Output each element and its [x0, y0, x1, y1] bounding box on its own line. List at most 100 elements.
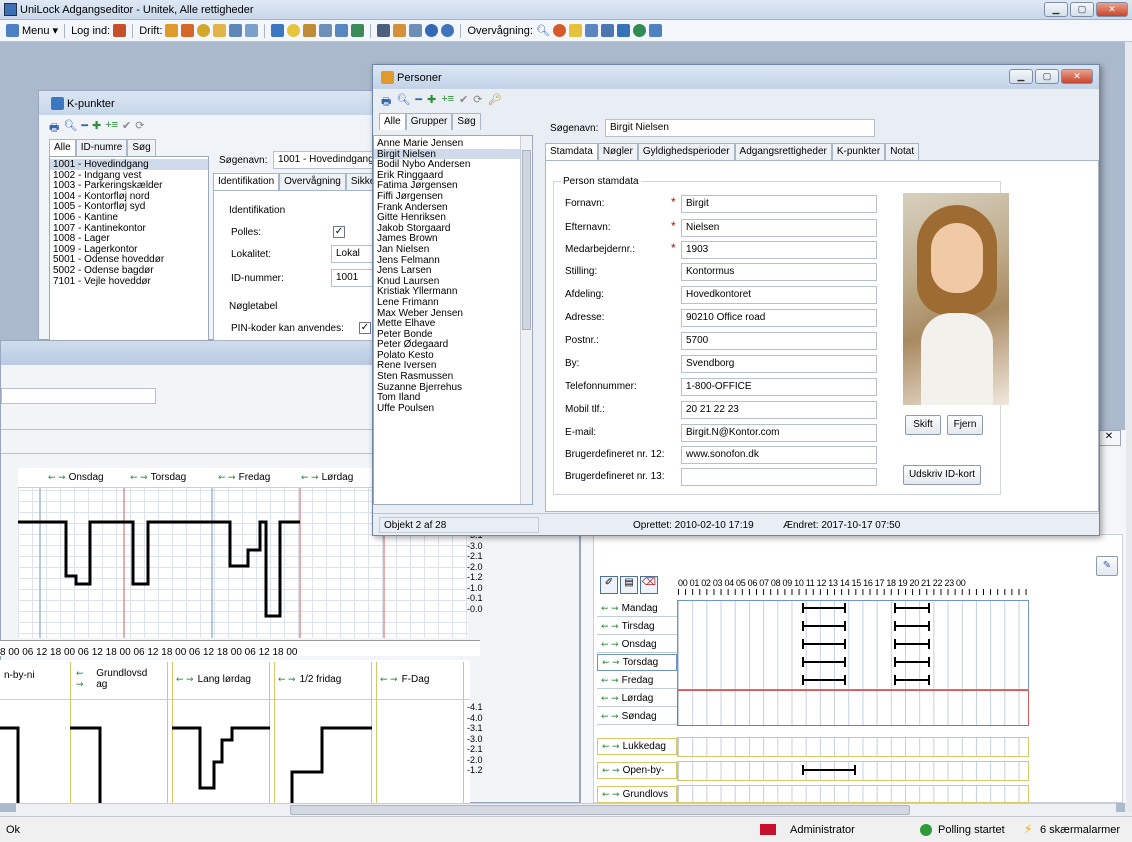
- copy-icon[interactable]: ▤: [620, 576, 638, 594]
- list-item[interactable]: Sten Rasmussen: [374, 371, 532, 382]
- globe-icon[interactable]: [632, 24, 646, 37]
- afdeling-input[interactable]: Hovedkontoret: [681, 286, 877, 304]
- interval-bar[interactable]: [802, 657, 846, 667]
- login-icon[interactable]: [113, 24, 127, 37]
- list-icon[interactable]: [584, 24, 598, 37]
- print-icon[interactable]: 🖶︎: [381, 93, 391, 112]
- export-icon[interactable]: [351, 24, 365, 37]
- udskriv-idkort-button[interactable]: Udskriv ID-kort: [903, 465, 981, 485]
- personer-close-button[interactable]: ✕: [1061, 69, 1093, 84]
- polles-checkbox[interactable]: ✓: [333, 226, 345, 238]
- list-item[interactable]: Jens Felmann: [374, 255, 532, 266]
- list-item[interactable]: Tom Iland: [374, 392, 532, 403]
- list-item[interactable]: Jan Nielsen: [374, 244, 532, 255]
- tab-alle[interactable]: Alle: [379, 113, 406, 130]
- list-item[interactable]: 1002 - Indgang vest: [50, 170, 208, 181]
- calendar-icon[interactable]: [229, 24, 243, 37]
- list-item[interactable]: Knud Laursen: [374, 276, 532, 287]
- tab-identifikation[interactable]: Identifikation: [213, 173, 280, 190]
- add-multiple-icon[interactable]: +≡: [105, 119, 118, 138]
- flag-icon[interactable]: [760, 824, 776, 835]
- event-log-icon[interactable]: [600, 24, 614, 37]
- row-onsdag[interactable]: ⇜ ⇝ Onsdag: [597, 636, 677, 653]
- row-torsdag[interactable]: ⇜ ⇝ Torsdag: [597, 654, 677, 671]
- stilling-input[interactable]: Kontormus: [681, 263, 877, 281]
- list-item[interactable]: Bodil Nybo Andersen: [374, 159, 532, 170]
- list-item[interactable]: Jens Larsen: [374, 265, 532, 276]
- tab-soeg[interactable]: Søg: [452, 113, 481, 130]
- personer-maximize-button[interactable]: ▢: [1035, 69, 1059, 84]
- remove-icon[interactable]: ━: [415, 93, 422, 112]
- interval-bar[interactable]: [802, 765, 856, 775]
- list-item[interactable]: Rene Iversen: [374, 360, 532, 372]
- row-loerdag[interactable]: ⇜ ⇝ Lørdag: [597, 690, 677, 707]
- map-icon[interactable]: [648, 24, 662, 37]
- list-item[interactable]: Kristiak Yllermann: [374, 286, 532, 298]
- list-item[interactable]: Anne Marie Jensen: [374, 138, 532, 149]
- tab-kpunkter[interactable]: K-punkter: [831, 143, 886, 160]
- list-item[interactable]: 1008 - Lager: [50, 233, 208, 244]
- draw-icon[interactable]: ✐: [600, 576, 618, 594]
- tab-idnumre[interactable]: ID-numre: [75, 139, 128, 156]
- row-soendag[interactable]: ⇜ ⇝ Søndag: [597, 708, 677, 725]
- add-icon[interactable]: ✚: [92, 119, 101, 138]
- list-item[interactable]: Frank Andersen: [374, 202, 532, 213]
- tab-overvaagning[interactable]: Overvågning: [279, 173, 346, 190]
- info-icon[interactable]: [425, 24, 439, 37]
- horizontal-scroll-thumb[interactable]: [290, 805, 910, 815]
- interval-bar[interactable]: [894, 639, 930, 649]
- list-item[interactable]: Birgit Nielsen: [374, 148, 532, 159]
- bruger12-input[interactable]: www.sonofon.dk: [681, 446, 877, 464]
- help-icon[interactable]: [441, 24, 455, 37]
- list-item[interactable]: 1001 - Hovedindgang: [50, 159, 208, 170]
- tab-alle[interactable]: Alle: [49, 139, 76, 156]
- list-item[interactable]: 1003 - Parkeringskælder: [50, 180, 208, 191]
- tab-grupper[interactable]: Grupper: [405, 113, 453, 130]
- list-item[interactable]: 5001 - Odense hoveddør: [50, 254, 208, 266]
- bruger13-input[interactable]: [681, 468, 877, 486]
- schedule-search-input[interactable]: [1, 388, 156, 404]
- tab-gyldighedsperioder[interactable]: Gyldighedsperioder: [637, 143, 735, 160]
- personer-minimize-button[interactable]: ▁: [1009, 69, 1033, 84]
- tab-soeg[interactable]: Søg: [127, 139, 156, 156]
- edit-pencil-icon[interactable]: ✎: [1096, 556, 1118, 576]
- kp-search-input[interactable]: 1001 - Hovedindgang: [273, 151, 377, 169]
- list-item[interactable]: Fiffi Jørgensen: [374, 191, 532, 202]
- list-item[interactable]: James Brown: [374, 233, 532, 245]
- refresh-icon[interactable]: ⟳: [473, 93, 482, 112]
- interval-bar[interactable]: [894, 675, 930, 685]
- fjern-button[interactable]: Fjern: [947, 415, 983, 435]
- maximize-button[interactable]: ▢: [1070, 2, 1094, 17]
- interval-bar[interactable]: [802, 639, 846, 649]
- card-icon[interactable]: [319, 24, 333, 37]
- lokalitet-select[interactable]: Lokal: [331, 245, 377, 263]
- remove-icon[interactable]: ━: [81, 119, 88, 138]
- pin-checkbox[interactable]: ✓: [359, 322, 371, 334]
- tab-notat[interactable]: Notat: [885, 143, 920, 160]
- status-alarms[interactable]: 6 skærmalarmer: [1040, 824, 1120, 836]
- row-lukkedag[interactable]: ⇜ ⇝ Lukkedag: [597, 738, 677, 755]
- network-icon[interactable]: [335, 24, 349, 37]
- group-icon[interactable]: [181, 24, 195, 37]
- chevron-down-icon[interactable]: ▾: [53, 24, 59, 37]
- tab-adgangsrettigheder[interactable]: Adgangsrettigheder: [734, 143, 832, 160]
- list-item[interactable]: Suzanne Bjerrehus: [374, 382, 532, 393]
- interval-bar[interactable]: [894, 621, 930, 631]
- row-tirsdag[interactable]: ⇜ ⇝ Tirsdag: [597, 618, 677, 635]
- lightning-icon[interactable]: [568, 24, 582, 37]
- tab-stamdata[interactable]: Stamdata: [545, 143, 598, 160]
- person-list[interactable]: Anne Marie Jensen Birgit Nielsen Bodil N…: [373, 135, 533, 505]
- person-search-input[interactable]: Birgit Nielsen: [605, 119, 875, 137]
- list-item[interactable]: 5002 - Odense bagdør: [50, 265, 208, 276]
- flag-icon[interactable]: [377, 24, 391, 37]
- screen-icon[interactable]: [616, 24, 630, 37]
- interval-bar[interactable]: [802, 675, 846, 685]
- list-item[interactable]: Polato Kesto: [374, 350, 532, 361]
- search-icon[interactable]: 🔍︎: [536, 24, 550, 37]
- search-icon[interactable]: 🔍︎: [63, 119, 77, 138]
- accept-icon[interactable]: ✔: [122, 119, 131, 138]
- alarm-icon[interactable]: [552, 24, 566, 37]
- list-item[interactable]: Jakob Storgaard: [374, 223, 532, 234]
- list-item[interactable]: 1009 - Lagerkontor: [50, 244, 208, 255]
- medarbejdernr-input[interactable]: 1903: [681, 241, 877, 259]
